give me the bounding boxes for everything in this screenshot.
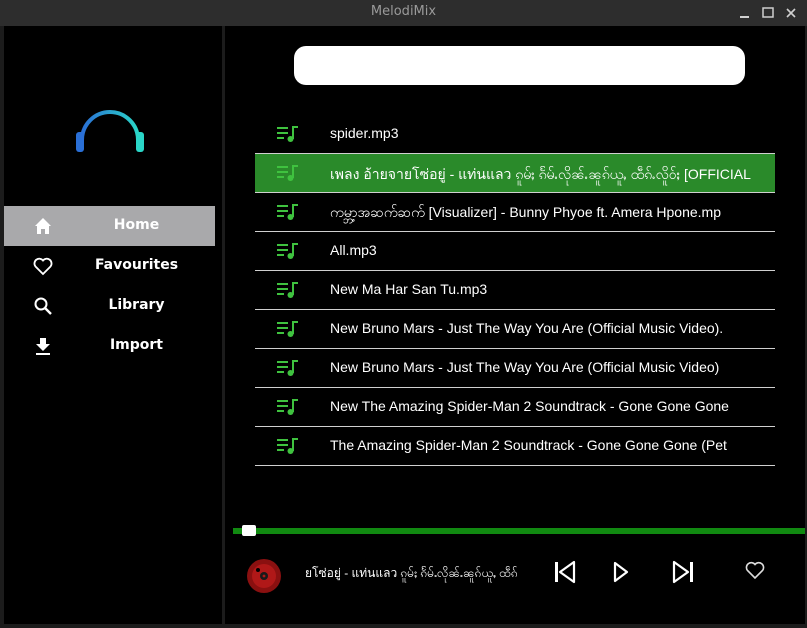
headphones-logo-icon [76, 110, 144, 165]
sidebar-item-label: Favourites [94, 257, 179, 273]
queue-music-icon [277, 399, 298, 415]
sidebar-item-home[interactable]: Home [4, 206, 215, 246]
queue-music-icon [277, 438, 298, 454]
close-button[interactable] [781, 3, 801, 23]
song-title: เพลง อ้ายจายโซ่อยู่ - แท่นแลว ၵူမ်ႈ ၵႅမ်… [330, 166, 751, 182]
favourite-heart-icon[interactable] [744, 559, 766, 581]
title-bar: MelodiMix [0, 0, 807, 26]
sidebar-item-library[interactable]: Library [4, 286, 215, 326]
window-frame [0, 624, 807, 628]
search-icon [34, 297, 52, 315]
song-row[interactable]: New The Amazing Spider-Man 2 Soundtrack … [255, 388, 775, 427]
sidebar-item-label: Import [109, 337, 164, 353]
queue-music-icon [277, 282, 298, 298]
song-title: New Ma Har San Tu.mp3 [330, 281, 488, 297]
song-row[interactable]: spider.mp3 [255, 115, 775, 154]
now-playing-title: ยโซ่อยู่ - แท่นแลว ၵူမ်ႈ ၵႅမ်ႉလိုၼ်ႉၼူၵ်… [305, 566, 518, 580]
song-row[interactable]: เพลง อ้ายจายโซ่อยู่ - แท่นแลว ၵူမ်ႈ ၵႅမ်… [255, 154, 775, 193]
queue-music-icon [277, 360, 298, 376]
maximize-icon [762, 7, 774, 18]
minimize-icon [740, 16, 749, 18]
sidebar-item-label: Library [108, 297, 165, 313]
song-title: spider.mp3 [330, 125, 399, 141]
progress-bar[interactable] [233, 528, 805, 534]
song-list: spider.mp3 เพลง อ้ายจายโซ่อยู่ - แท่นแลว … [255, 115, 775, 466]
queue-music-icon [277, 126, 298, 142]
song-title: The Amazing Spider-Man 2 Soundtrack - Go… [330, 437, 727, 453]
vinyl-disc-icon [247, 559, 281, 593]
queue-music-icon [277, 165, 298, 181]
sidebar: Home Favourites Library Import [4, 26, 222, 624]
heart-outline-icon [33, 257, 53, 276]
song-row[interactable]: ကမ္ဘာ့အဆက်ဆက် [Visualizer] - Bunny Phyoe… [255, 193, 775, 232]
next-track-icon[interactable] [669, 558, 697, 586]
song-row[interactable]: New Bruno Mars - Just The Way You Are (O… [255, 349, 775, 388]
sidebar-item-import[interactable]: Import [4, 326, 215, 366]
minimize-button[interactable] [734, 3, 754, 23]
sidebar-item-label: Home [113, 217, 160, 233]
main-panel: spider.mp3 เพลง อ้ายจายโซ่อยู่ - แท่นแลว … [225, 26, 805, 624]
home-icon [35, 218, 51, 234]
progress-handle[interactable] [242, 525, 257, 536]
queue-music-icon [277, 204, 298, 220]
song-row[interactable]: All.mp3 [255, 232, 775, 271]
song-row[interactable]: New Ma Har San Tu.mp3 [255, 271, 775, 310]
close-icon [786, 8, 796, 18]
song-title: New Bruno Mars - Just The Way You Are (O… [330, 359, 720, 375]
song-title: ကမ္ဘာ့အဆက်ဆက် [Visualizer] - Bunny Phyoe… [330, 204, 721, 220]
song-title: New The Amazing Spider-Man 2 Soundtrack … [330, 398, 729, 414]
queue-music-icon [277, 321, 298, 337]
maximize-button[interactable] [758, 3, 778, 23]
search-input[interactable] [294, 46, 745, 85]
previous-track-icon[interactable] [551, 558, 579, 586]
sidebar-item-favourites[interactable]: Favourites [4, 246, 215, 286]
queue-music-icon [277, 243, 298, 259]
song-row[interactable]: The Amazing Spider-Man 2 Soundtrack - Go… [255, 427, 775, 466]
play-icon[interactable] [606, 558, 634, 586]
song-title: All.mp3 [330, 242, 377, 258]
window-title: MelodiMix [370, 4, 437, 19]
song-row[interactable]: New Bruno Mars - Just The Way You Are (O… [255, 310, 775, 349]
song-title: New Bruno Mars - Just The Way You Are (O… [330, 320, 724, 336]
download-icon [36, 338, 50, 355]
